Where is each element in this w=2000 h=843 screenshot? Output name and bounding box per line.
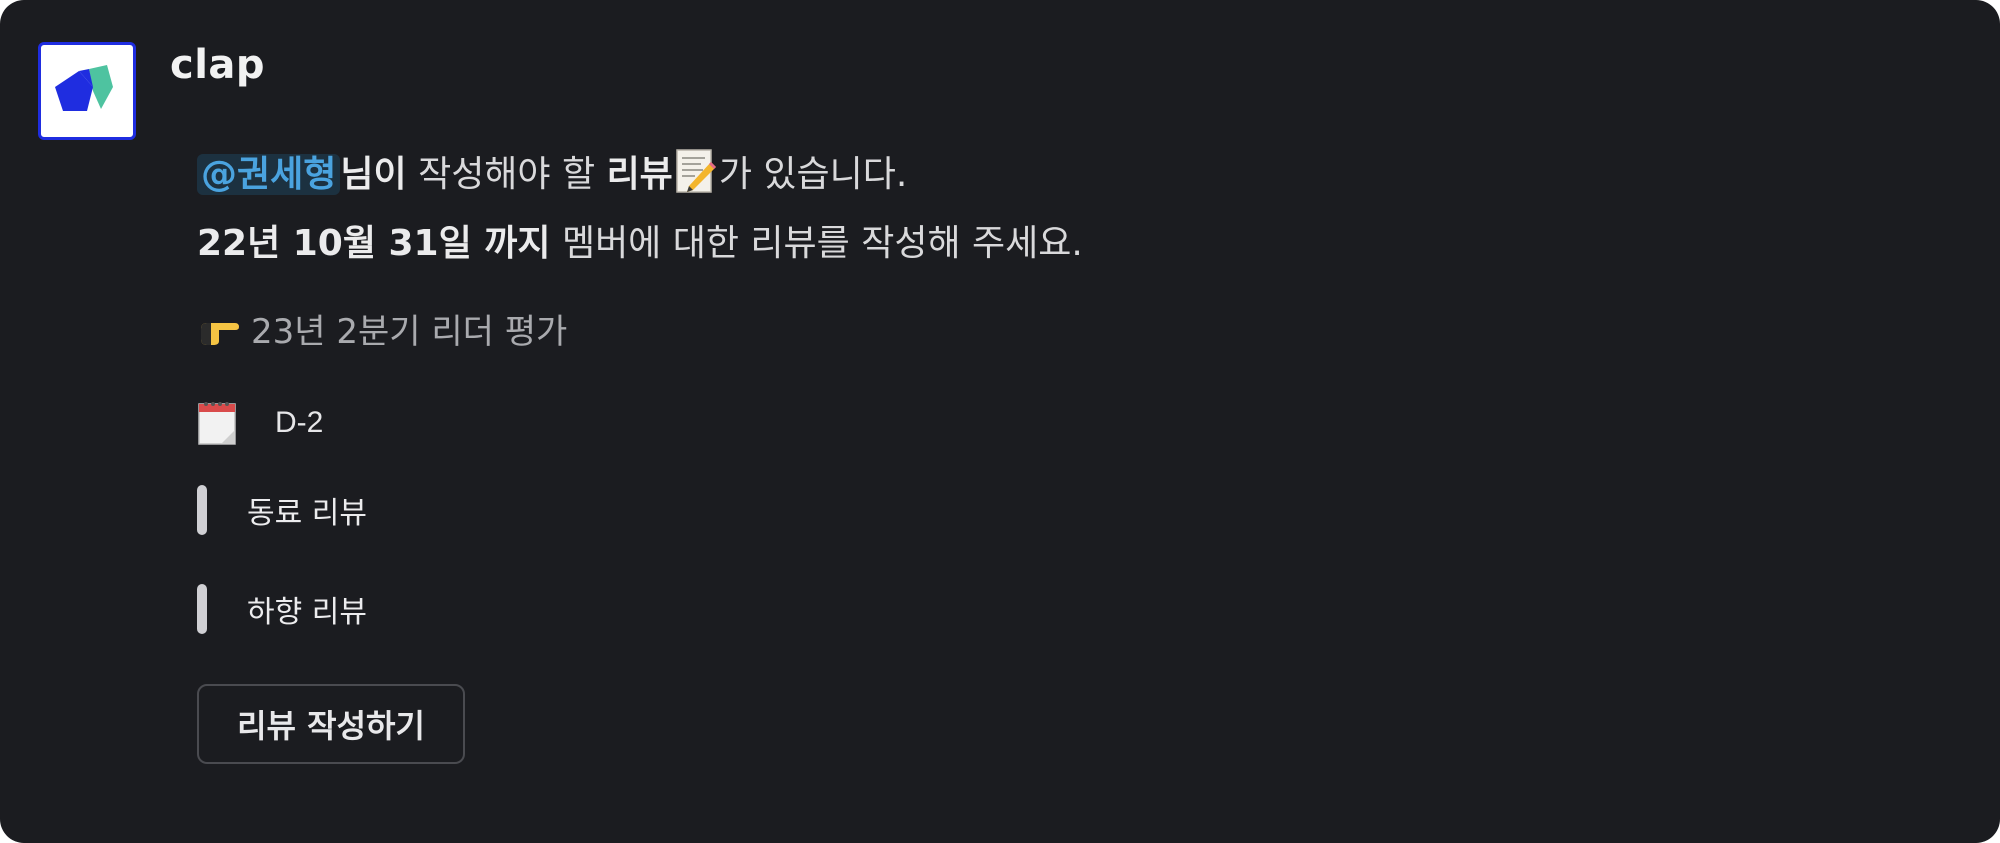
message-text-end: 가 있습니다. [718, 154, 908, 195]
evaluation-title-row: 23년 2분기 리더 평가 [197, 306, 567, 358]
message-text: 작성해야 할 [406, 154, 607, 195]
evaluation-title: 23년 2분기 리더 평가 [251, 312, 568, 352]
review-type-item: 동료 리뷰 [197, 485, 367, 535]
review-type-label: 동료 리뷰 [247, 496, 367, 531]
review-type-label: 하향 리뷰 [247, 595, 367, 630]
message-line-2: 22년 10월 31일 까지 멤버에 대한 리뷰를 작성해 주세요. [197, 218, 1083, 270]
deadline: 22년 10월 31일 까지 [197, 223, 551, 264]
calendar-emoji-icon [198, 402, 236, 445]
sender-name[interactable]: clap [170, 42, 265, 88]
mention-suffix: 님이 [340, 154, 407, 195]
quote-bar [197, 485, 207, 535]
review-word: 리뷰 [606, 154, 673, 195]
message-line-1: @권세형 님이 작성해야 할 리뷰 가 있습니다. [197, 148, 907, 201]
user-mention[interactable]: @권세형 [197, 154, 341, 195]
quote-bar [197, 584, 207, 634]
memo-emoji-icon [676, 149, 716, 193]
dday-label: D-2 [275, 406, 324, 439]
dday-row: D-2 [197, 398, 323, 448]
write-review-button[interactable]: 리뷰 작성하기 [197, 684, 465, 764]
message-card: clap @권세형 님이 작성해야 할 리뷰 가 있습니다. 22년 10월 31… [0, 0, 2000, 843]
clap-logo-icon [55, 65, 113, 111]
review-type-item: 하향 리뷰 [197, 584, 367, 634]
avatar[interactable] [38, 42, 136, 140]
message-instruction: 멤버에 대한 리뷰를 작성해 주세요. [550, 223, 1083, 264]
pointing-right-emoji-icon [201, 323, 239, 345]
